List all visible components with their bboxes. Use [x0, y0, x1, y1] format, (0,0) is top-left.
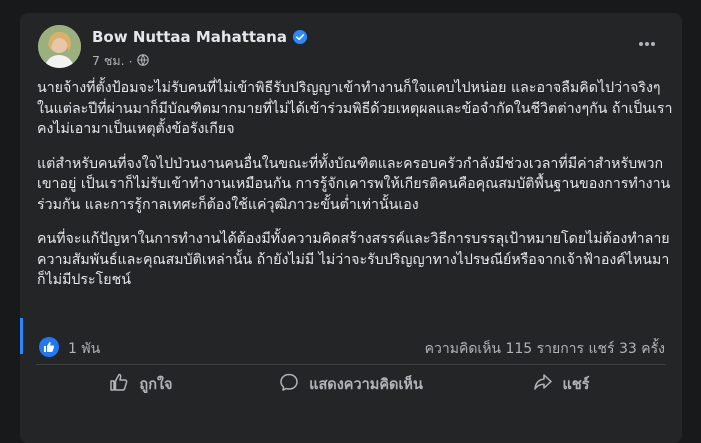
divider: [36, 364, 666, 365]
comment-share-count[interactable]: ความคิดเห็น 115 รายการ แชร์ 33 ครั้ง: [425, 338, 665, 360]
post-stats: 1 พัน ความคิดเห็น 115 รายการ แชร์ 33 ครั…: [20, 331, 682, 367]
post-time[interactable]: 7 ชม.: [92, 51, 125, 71]
like-reaction-icon[interactable]: [39, 337, 59, 357]
share-label: แชร์: [562, 376, 590, 393]
meta-separator: ·: [128, 53, 133, 69]
author-name-text[interactable]: Bow Nuttaa Mahattana: [92, 28, 287, 46]
verified-badge-icon: [292, 30, 307, 44]
focus-indicator: [20, 318, 23, 354]
thumbs-up-icon: [109, 372, 129, 396]
author-name[interactable]: Bow Nuttaa Mahattana: [92, 28, 307, 46]
comment-label: แสดงความคิดเห็น: [309, 376, 423, 393]
author-avatar[interactable]: [38, 25, 81, 68]
post-paragraph: นายจ้างที่ตั้งป้อมจะไม่รับคนที่ไม่เข้าพิ…: [37, 80, 673, 137]
globe-icon[interactable]: [136, 53, 149, 69]
post-actions: ถูกใจ แสดงความคิดเห็น แชร์: [36, 368, 666, 400]
share-icon: [533, 372, 553, 396]
share-button[interactable]: แชร์: [456, 368, 666, 400]
reaction-count[interactable]: 1 พัน: [68, 338, 100, 360]
comment-button[interactable]: แสดงความคิดเห็น: [246, 368, 456, 400]
post-paragraph: แต่สำหรับคนที่จงใจไปป่วนงานคนอื่นในขณะที…: [37, 155, 671, 213]
like-button[interactable]: ถูกใจ: [36, 368, 246, 400]
post-meta: 7 ชม. ·: [92, 51, 149, 71]
post-paragraph: คนที่จะแก้ปัญหาในการทำงานได้ต้องมีทั้งคว…: [37, 231, 670, 288]
like-label: ถูกใจ: [139, 376, 173, 393]
more-options-icon[interactable]: [638, 35, 656, 49]
post-body: นายจ้างที่ตั้งป้อมจะไม่รับคนที่ไม่เข้าพิ…: [37, 78, 677, 305]
comment-icon: [279, 372, 299, 396]
